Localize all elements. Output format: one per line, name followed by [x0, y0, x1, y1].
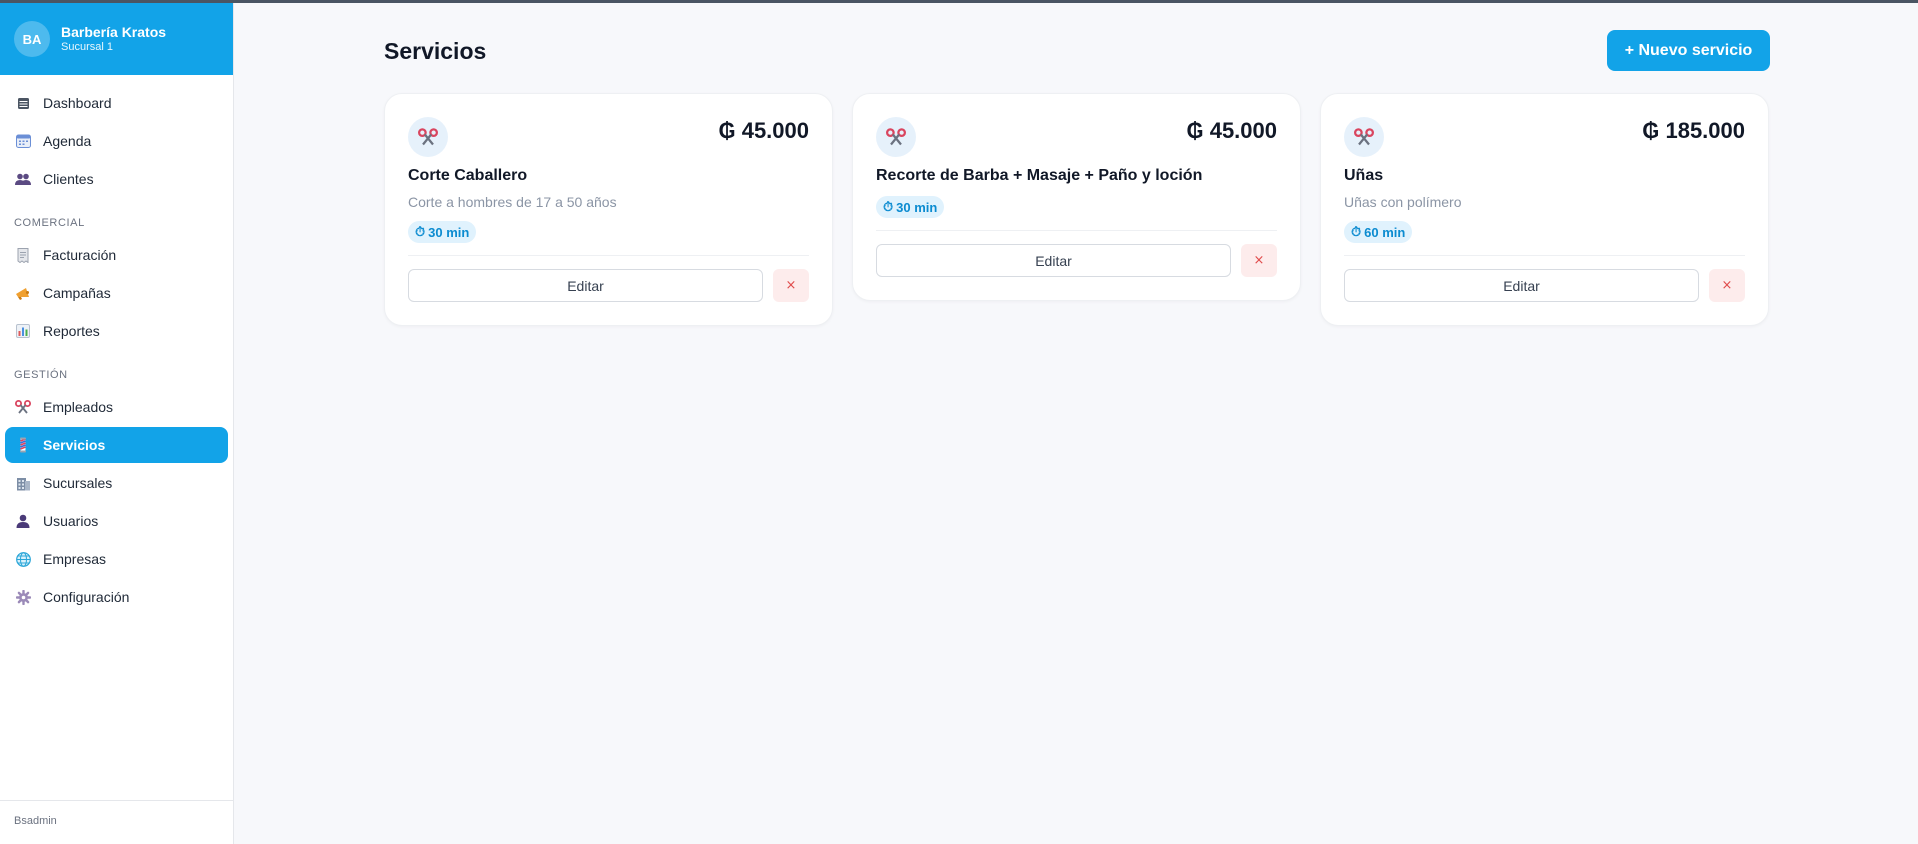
scissors-icon — [408, 117, 448, 157]
sidebar-item-reportes[interactable]: Reportes — [5, 313, 228, 349]
duration-badge: ⏱ 30 min — [876, 196, 945, 218]
sidebar-item-clientes[interactable]: Clientes — [5, 161, 228, 197]
sidebar-item-agenda[interactable]: Agenda — [5, 123, 228, 159]
card-header: ₲ 185.000 — [1344, 117, 1745, 157]
sidebar-item-facturacion[interactable]: Facturación — [5, 237, 228, 273]
sidebar-item-label: Facturación — [43, 247, 117, 263]
card-actions: Editar × — [1344, 255, 1745, 302]
scissors-icon — [1344, 117, 1384, 157]
edit-button[interactable]: Editar — [876, 244, 1231, 277]
service-price: ₲ 185.000 — [1642, 118, 1745, 143]
service-card: ₲ 45.000 Corte Caballero Corte a hombres… — [384, 93, 833, 326]
sidebar-item-label: Servicios — [43, 437, 106, 453]
timer-icon: ⏱ — [415, 224, 426, 239]
scissors-icon — [876, 117, 916, 157]
service-price: ₲ 45.000 — [1186, 118, 1277, 143]
sidebar-nav: Dashboard Agenda Clientes COMERCIAL Fact… — [0, 75, 233, 615]
card-actions: Editar × — [876, 230, 1277, 277]
brand-text: Barbería Kratos Sucursal 1 — [61, 24, 166, 55]
sidebar-item-label: Configuración — [43, 589, 130, 605]
sidebar-item-label: Dashboard — [43, 95, 112, 111]
timer-icon: ⏱ — [1351, 224, 1362, 239]
avatar: BA — [14, 21, 50, 57]
sidebar-item-label: Sucursales — [43, 475, 113, 491]
section-label-comercial: COMERCIAL — [14, 217, 85, 229]
current-user: Bsadmin — [14, 815, 57, 827]
globe-icon — [15, 551, 31, 567]
sidebar: BA Barbería Kratos Sucursal 1 Dashboard … — [0, 0, 234, 844]
service-name: Uñas — [1344, 167, 1384, 184]
card-header: ₲ 45.000 — [876, 117, 1277, 157]
people-icon — [15, 171, 31, 187]
service-card: ₲ 185.000 Uñas Uñas con polímero ⏱ 60 mi… — [1320, 93, 1769, 326]
sidebar-item-label: Empleados — [43, 399, 114, 415]
scissors-icon — [15, 399, 31, 415]
service-cards: ₲ 45.000 Corte Caballero Corte a hombres… — [384, 93, 1769, 326]
sidebar-item-sucursales[interactable]: Sucursales — [5, 465, 228, 501]
duration-value: 60 min — [1364, 224, 1406, 240]
card-actions: Editar × — [408, 255, 809, 302]
sidebar-item-label: Empresas — [43, 551, 107, 567]
sidebar-item-configuracion[interactable]: Configuración — [5, 579, 228, 615]
service-price: ₲ 45.000 — [718, 118, 809, 143]
brand-header[interactable]: BA Barbería Kratos Sucursal 1 — [0, 0, 233, 75]
delete-button[interactable]: × — [1241, 244, 1277, 277]
megaphone-icon — [15, 285, 31, 301]
dashboard-icon — [15, 95, 31, 111]
service-description: Uñas con polímero — [1344, 194, 1462, 210]
sidebar-item-servicios[interactable]: Servicios — [5, 427, 228, 463]
card-header: ₲ 45.000 — [408, 117, 809, 157]
receipt-icon — [15, 247, 31, 263]
branch-name: Sucursal 1 — [61, 40, 113, 53]
service-name: Recorte de Barba + Masaje + Paño y loció… — [876, 167, 1203, 184]
top-border — [0, 0, 1918, 3]
business-name: Barbería Kratos — [61, 23, 167, 40]
service-name: Corte Caballero — [408, 167, 528, 184]
user-icon — [15, 513, 31, 529]
service-card: ₲ 45.000 Recorte de Barba + Masaje + Pañ… — [852, 93, 1301, 301]
duration-badge: ⏱ 60 min — [1344, 221, 1413, 243]
new-service-button[interactable]: + Nuevo servicio — [1607, 30, 1770, 71]
duration-value: 30 min — [428, 224, 470, 240]
sidebar-item-dashboard[interactable]: Dashboard — [5, 85, 228, 121]
service-description: Corte a hombres de 17 a 50 años — [408, 194, 617, 210]
sidebar-item-label: Campañas — [43, 285, 111, 301]
duration-value: 30 min — [896, 199, 938, 215]
edit-button[interactable]: Editar — [408, 269, 763, 302]
sidebar-item-label: Agenda — [43, 133, 92, 149]
sidebar-item-usuarios[interactable]: Usuarios — [5, 503, 228, 539]
delete-button[interactable]: × — [1709, 269, 1745, 302]
bar-chart-icon — [15, 323, 31, 339]
page-title: Servicios — [384, 38, 487, 64]
barber-pole-icon — [15, 437, 31, 453]
duration-badge: ⏱ 30 min — [408, 221, 477, 243]
gear-icon — [15, 589, 31, 605]
sidebar-item-empresas[interactable]: Empresas — [5, 541, 228, 577]
edit-button[interactable]: Editar — [1344, 269, 1699, 302]
sidebar-item-label: Clientes — [43, 171, 94, 187]
timer-icon: ⏱ — [883, 199, 894, 214]
sidebar-item-label: Usuarios — [43, 513, 99, 529]
delete-button[interactable]: × — [773, 269, 809, 302]
sidebar-footer: Bsadmin — [0, 800, 234, 844]
section-label-gestion: GESTIÓN — [14, 369, 68, 381]
building-icon — [15, 475, 31, 491]
sidebar-item-campanas[interactable]: Campañas — [5, 275, 228, 311]
sidebar-item-label: Reportes — [43, 323, 100, 339]
calendar-icon — [15, 133, 31, 149]
sidebar-item-empleados[interactable]: Empleados — [5, 389, 228, 425]
